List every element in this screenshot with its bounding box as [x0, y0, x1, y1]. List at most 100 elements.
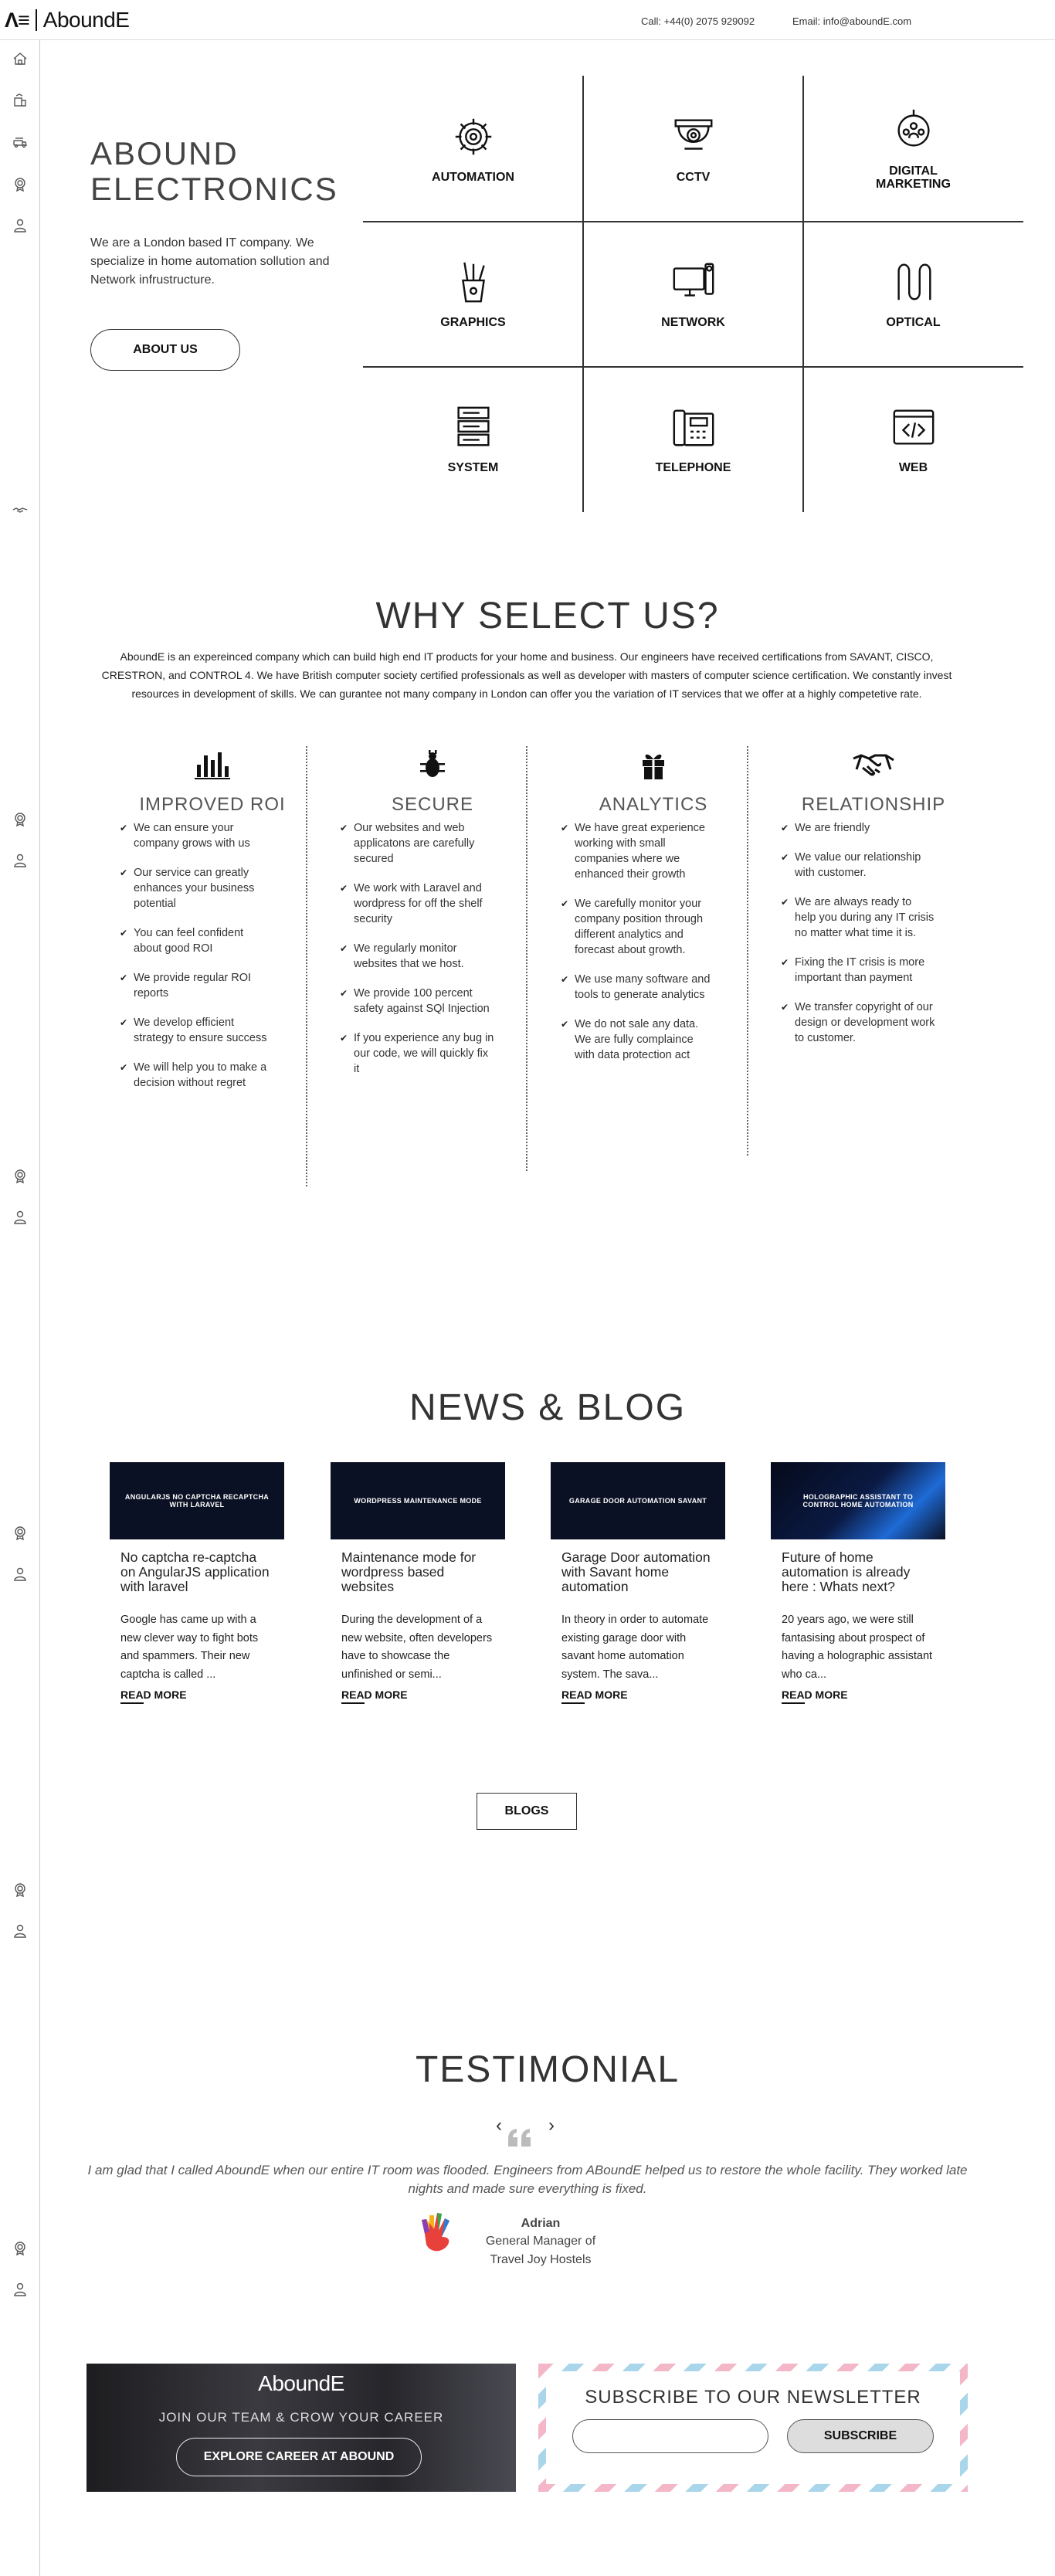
blog-post-excerpt: During the development of a new website,…	[341, 1614, 493, 1681]
blog-card: ANGULARJS NO CAPTCHA RECAPTCHA WITH LARA…	[110, 1462, 284, 1704]
feature-list: We are friendly We value our relationshi…	[781, 820, 982, 1046]
user-icon[interactable]	[12, 1923, 28, 1939]
quote-icon	[507, 2128, 533, 2152]
blog-thumbnail[interactable]: HOLOGRAPHIC ASSISTANT TO CONTROL HOME AU…	[771, 1462, 945, 1539]
role-line: Travel Joy Hostels	[490, 2253, 592, 2266]
blog-thumbnail[interactable]: WORDPRESS MAINTENANCE MODE	[331, 1462, 505, 1539]
blog-post-title[interactable]: Maintenance mode for wordpress based web…	[331, 1550, 505, 1594]
badge-icon[interactable]	[12, 1882, 28, 1897]
newsletter-email-input[interactable]	[572, 2419, 768, 2453]
explore-career-button[interactable]: EXPLORE CAREER AT ABOUND	[176, 2438, 422, 2476]
newsletter-box: SUBSCRIBE TO OUR NEWSLETTER SUBSCRIBE	[538, 2364, 968, 2492]
people-network-icon	[890, 107, 938, 158]
user-icon[interactable]	[12, 853, 28, 868]
blog-thumbnail[interactable]: GARAGE DOOR AUTOMATION SAVANT	[551, 1462, 725, 1539]
next-arrow[interactable]: ›	[548, 2115, 555, 2136]
service-automation[interactable]: AUTOMATION	[363, 76, 583, 221]
why-description: AboundE is an expereinced company which …	[101, 650, 952, 700]
fleet-icon[interactable]	[12, 134, 28, 150]
service-cctv[interactable]: CCTV	[583, 76, 803, 221]
blog-post-title[interactable]: Future of home automation is already her…	[771, 1550, 945, 1594]
blog-card: WORDPRESS MAINTENANCE MODE Maintenance m…	[331, 1462, 505, 1704]
blogs-button[interactable]: BLOGS	[477, 1793, 577, 1830]
badge-icon[interactable]	[12, 1525, 28, 1540]
thumbnail-caption: WORDPRESS MAINTENANCE MODE	[354, 1497, 482, 1505]
list-item: We do not sale any data. We are fully co…	[561, 1016, 715, 1063]
read-more-link[interactable]: READ MORE	[561, 1688, 628, 1704]
service-system[interactable]: SYSTEM	[363, 366, 583, 511]
email-link[interactable]: Email: info@aboundE.com	[792, 15, 911, 27]
user-icon[interactable]	[12, 1210, 28, 1225]
feature-analytics: ANALYTICS We have great experience worki…	[561, 749, 762, 1077]
list-item: Our websites and web applicatons are car…	[340, 820, 494, 867]
thumbnail-caption: ANGULARJS NO CAPTCHA RECAPTCHA WITH LARA…	[124, 1493, 270, 1509]
hero-title-line1: ABOUND	[90, 135, 239, 171]
list-item: We provide regular ROI reports	[120, 970, 274, 1001]
badge-icon[interactable]	[12, 2240, 28, 2255]
service-graphics[interactable]: GRAPHICS	[363, 221, 583, 366]
blog-card: HOLOGRAPHIC ASSISTANT TO CONTROL HOME AU…	[771, 1462, 945, 1704]
service-network[interactable]: NETWORK	[583, 221, 803, 366]
top-bar: Λ≡ AboundE Call: +44(0) 2075 929092 Emai…	[0, 0, 1055, 40]
service-label: SYSTEM	[447, 461, 499, 474]
service-digital-marketing[interactable]: DIGITAL MARKETING	[803, 76, 1023, 221]
feature-title: RELATIONSHIP	[801, 794, 946, 815]
testimonial-author: Adrian	[521, 2217, 561, 2230]
list-item: We value our relationship with customer.	[781, 850, 935, 881]
read-more-link[interactable]: READ MORE	[782, 1688, 848, 1704]
list-item: We are always ready to help you during a…	[781, 894, 935, 941]
gift-icon	[545, 749, 762, 780]
service-label: CCTV	[676, 171, 711, 184]
list-item: We provide 100 percent safety against SQ…	[340, 986, 494, 1016]
list-item: We develop efficient strategy to ensure …	[120, 1015, 274, 1046]
hero-title: ABOUND ELECTRONICS	[90, 136, 338, 207]
service-web[interactable]: WEB	[803, 366, 1023, 511]
sidebar	[0, 40, 40, 2576]
user-icon[interactable]	[12, 1566, 28, 1582]
read-more-link[interactable]: READ MORE	[341, 1688, 408, 1704]
feature-title: IMPROVED ROI	[139, 794, 286, 815]
site-logo[interactable]: Λ≡ AboundE	[5, 8, 130, 32]
why-title: WHY SELECT US?	[375, 596, 720, 636]
list-item: We will help you to make a decision with…	[120, 1060, 274, 1091]
handshake-icon[interactable]	[12, 502, 28, 518]
user-icon[interactable]	[12, 2282, 28, 2297]
read-more-link[interactable]: READ MORE	[120, 1688, 187, 1704]
badge-icon[interactable]	[12, 1168, 28, 1183]
badge-icon[interactable]	[12, 176, 28, 192]
user-icon[interactable]	[12, 218, 28, 233]
list-item: We transfer copyright of our design or d…	[781, 1000, 935, 1046]
service-label: OPTICAL	[886, 316, 941, 329]
about-us-button[interactable]: ABOUT US	[90, 329, 240, 371]
list-item: Our service can greatly enhances your bu…	[120, 865, 274, 911]
service-telephone[interactable]: TELEPHONE	[583, 366, 803, 511]
phone-link[interactable]: Call: +44(0) 2075 929092	[641, 15, 755, 27]
list-item: We use many software and tools to genera…	[561, 972, 715, 1003]
blog-thumbnail[interactable]: ANGULARJS NO CAPTCHA RECAPTCHA WITH LARA…	[110, 1462, 284, 1539]
list-item: We regularly monitor websites that we ho…	[340, 941, 494, 972]
career-logo: AboundE	[258, 2371, 344, 2395]
blog-card: GARAGE DOOR AUTOMATION SAVANT Garage Doo…	[551, 1462, 725, 1704]
newsletter-title: SUBSCRIBE TO OUR NEWSLETTER	[585, 2387, 921, 2408]
thumbnail-caption: GARAGE DOOR AUTOMATION SAVANT	[568, 1497, 707, 1505]
feature-title: SECURE	[391, 794, 474, 815]
service-label: GRAPHICS	[440, 316, 506, 329]
page: Λ≡ AboundE Call: +44(0) 2075 929092 Emai…	[0, 0, 1055, 2576]
subscribe-button[interactable]: SUBSCRIBE	[787, 2419, 934, 2453]
prev-arrow[interactable]: ‹	[496, 2115, 502, 2136]
service-label: AUTOMATION	[432, 171, 514, 184]
pencil-cup-icon	[449, 258, 497, 310]
career-banner: AboundE JOIN OUR TEAM & CROW YOUR CAREER…	[87, 2364, 516, 2492]
blog-post-title[interactable]: No captcha re-captcha on AngularJS appli…	[110, 1550, 284, 1594]
role-line: General Manager of	[485, 2235, 596, 2248]
service-optical[interactable]: OPTICAL	[803, 221, 1023, 366]
badge-icon[interactable]	[12, 811, 28, 826]
hero-description: We are a London based IT company. We spe…	[90, 236, 330, 287]
code-window-icon	[890, 403, 938, 455]
feature-secure: SECURE Our websites and web applicatons …	[340, 749, 541, 1091]
handshake-icon	[765, 749, 982, 780]
feature-improved-roi: IMPROVED ROI We can ensure your company …	[120, 749, 321, 1105]
blog-post-title[interactable]: Garage Door automation with Savant home …	[551, 1550, 725, 1594]
building-icon[interactable]	[12, 93, 28, 108]
home-icon[interactable]	[12, 51, 28, 66]
